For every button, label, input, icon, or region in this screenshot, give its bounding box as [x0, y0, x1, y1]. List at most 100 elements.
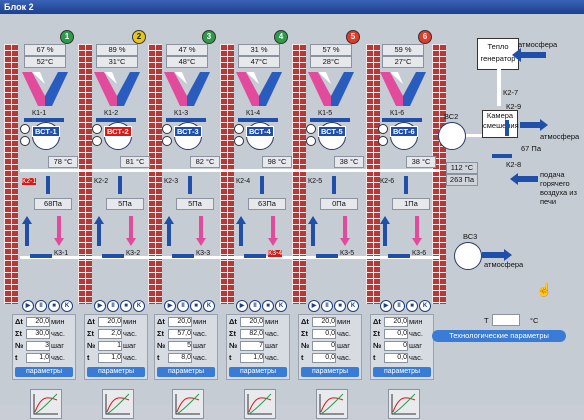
pause-icon[interactable]: II — [393, 300, 405, 312]
k-icon[interactable]: K — [419, 300, 431, 312]
k29-damper[interactable] — [505, 120, 509, 136]
param-value[interactable]: 2,0 — [98, 329, 122, 339]
play-icon[interactable]: ▶ — [308, 300, 320, 312]
stop-icon[interactable]: ■ — [406, 300, 418, 312]
param-unit: шаг — [337, 341, 350, 350]
param-value[interactable]: 20,0 — [168, 317, 192, 327]
param-value[interactable]: 20,0 — [240, 317, 264, 327]
k2-damper[interactable] — [404, 176, 408, 194]
stop-icon[interactable]: ■ — [48, 300, 60, 312]
play-icon[interactable] — [378, 124, 388, 134]
stop-icon[interactable] — [20, 136, 30, 146]
stop-icon[interactable] — [378, 136, 388, 146]
play-icon[interactable]: ▶ — [164, 300, 176, 312]
trend-chart-button[interactable] — [172, 389, 204, 419]
k3-damper[interactable] — [30, 254, 52, 258]
k3-damper[interactable] — [244, 254, 266, 258]
parameters-button[interactable]: параметры — [373, 367, 431, 377]
k3-damper[interactable] — [172, 254, 194, 258]
unit-number-badge[interactable]: 4 — [274, 30, 288, 44]
k-icon[interactable]: K — [347, 300, 359, 312]
unit-top-temp-value: 31°C — [96, 56, 138, 68]
param-value[interactable]: 5 — [168, 341, 192, 351]
param-value[interactable]: 1 — [98, 341, 122, 351]
trend-chart-button[interactable] — [316, 389, 348, 419]
param-value[interactable]: 0 — [384, 341, 408, 351]
pause-icon[interactable]: II — [249, 300, 261, 312]
fan-vc2-icon[interactable] — [438, 122, 466, 150]
unit-number-badge[interactable]: 3 — [202, 30, 216, 44]
parameters-button[interactable]: параметры — [301, 367, 359, 377]
param-value[interactable]: 3 — [26, 341, 50, 351]
param-value[interactable]: 0 — [312, 341, 336, 351]
param-value[interactable]: 57,0 — [168, 329, 192, 339]
k2-damper[interactable] — [188, 176, 192, 194]
parameters-button[interactable]: параметры — [229, 367, 287, 377]
play-icon[interactable] — [162, 124, 172, 134]
k3-damper[interactable] — [388, 254, 410, 258]
k2-damper[interactable] — [118, 176, 122, 194]
k3-damper[interactable] — [316, 254, 338, 258]
k3-damper[interactable] — [102, 254, 124, 258]
param-value[interactable]: 20,0 — [312, 317, 336, 327]
fan-vc3-icon[interactable] — [454, 242, 482, 270]
parameters-button[interactable]: параметры — [157, 367, 215, 377]
k-icon[interactable]: K — [61, 300, 73, 312]
param-value[interactable]: 20,0 — [98, 317, 122, 327]
k2-damper[interactable] — [260, 176, 264, 194]
t-input[interactable] — [492, 314, 520, 326]
param-value[interactable]: 1,0 — [98, 353, 122, 363]
param-value[interactable]: 1,0 — [240, 353, 264, 363]
param-value[interactable]: 82,0 — [240, 329, 264, 339]
k-icon[interactable]: K — [133, 300, 145, 312]
param-value[interactable]: 30,0 — [26, 329, 50, 339]
mixing-chamber[interactable]: Камера смешения — [482, 110, 519, 138]
stop-icon[interactable] — [234, 136, 244, 146]
stop-icon[interactable]: ■ — [120, 300, 132, 312]
pause-icon[interactable]: II — [177, 300, 189, 312]
play-icon[interactable]: ▶ — [94, 300, 106, 312]
unit-number-badge[interactable]: 5 — [346, 30, 360, 44]
param-value[interactable]: 0,0 — [384, 353, 408, 363]
play-icon[interactable] — [92, 124, 102, 134]
unit-number-badge[interactable]: 6 — [418, 30, 432, 44]
parameters-button[interactable]: параметры — [87, 367, 145, 377]
stop-icon[interactable] — [162, 136, 172, 146]
param-value[interactable]: 0,0 — [312, 353, 336, 363]
play-icon[interactable]: ▶ — [380, 300, 392, 312]
play-icon[interactable]: ▶ — [236, 300, 248, 312]
stop-icon[interactable]: ■ — [262, 300, 274, 312]
param-value[interactable]: 0,0 — [312, 329, 336, 339]
param-value[interactable]: 20,0 — [384, 317, 408, 327]
trend-chart-button[interactable] — [30, 389, 62, 419]
k28-damper[interactable] — [492, 154, 512, 158]
play-icon[interactable] — [306, 124, 316, 134]
k2-damper[interactable] — [332, 176, 336, 194]
pause-icon[interactable]: II — [35, 300, 47, 312]
unit-number-badge[interactable]: 1 — [60, 30, 74, 44]
stop-icon[interactable] — [92, 136, 102, 146]
k-icon[interactable]: K — [203, 300, 215, 312]
stop-icon[interactable] — [306, 136, 316, 146]
pause-icon[interactable]: II — [321, 300, 333, 312]
k-icon[interactable]: K — [275, 300, 287, 312]
stop-icon[interactable]: ■ — [334, 300, 346, 312]
play-icon[interactable] — [234, 124, 244, 134]
param-value[interactable]: 0,0 — [384, 329, 408, 339]
param-value[interactable]: 20,0 — [26, 317, 50, 327]
trend-chart-button[interactable] — [102, 389, 134, 419]
play-icon[interactable]: ▶ — [22, 300, 34, 312]
pause-icon[interactable]: II — [107, 300, 119, 312]
k2-label: К2-4 — [236, 178, 251, 185]
unit-number-badge[interactable]: 2 — [132, 30, 146, 44]
stop-icon[interactable]: ■ — [190, 300, 202, 312]
play-icon[interactable] — [20, 124, 30, 134]
param-value[interactable]: 8,0 — [168, 353, 192, 363]
parameters-button[interactable]: параметры — [15, 367, 73, 377]
trend-chart-button[interactable] — [244, 389, 276, 419]
k2-damper[interactable] — [46, 176, 50, 194]
tech-params-button[interactable]: Технологические параметры — [432, 330, 566, 342]
trend-chart-button[interactable] — [388, 389, 420, 419]
param-value[interactable]: 1,0 — [26, 353, 50, 363]
param-value[interactable]: 7 — [240, 341, 264, 351]
